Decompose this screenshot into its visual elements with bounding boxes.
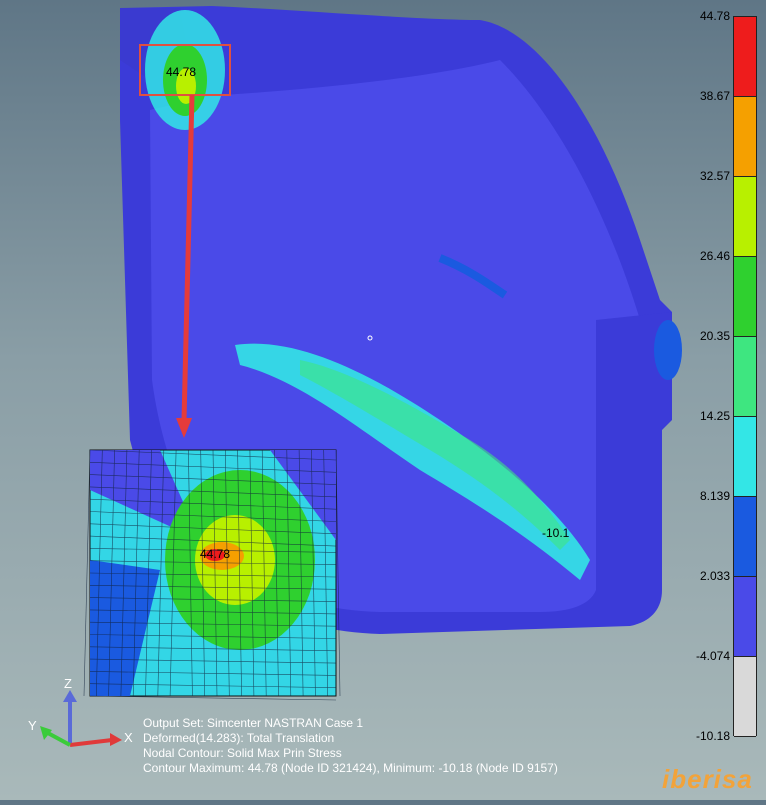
legend-value: -10.18 (695, 729, 730, 743)
stress-region-right (654, 320, 682, 380)
info-contour: Nodal Contour: Solid Max Prin Stress (143, 746, 342, 760)
legend-band (734, 657, 756, 737)
legend-color-bar (733, 16, 757, 737)
legend-band (734, 417, 756, 497)
model-viewport[interactable]: 44.78 -10.1 44.78 Z Y X (0, 0, 766, 800)
triad-y-label: Y (28, 718, 37, 733)
legend-value: 26.46 (699, 249, 730, 263)
info-output-set: Output Set: Simcenter NASTRAN Case 1 (143, 716, 364, 730)
x-axis-icon (69, 738, 113, 747)
legend-value: 44.78 (699, 9, 730, 23)
legend-value: 32.57 (699, 169, 730, 183)
legend-band (734, 97, 756, 177)
legend-value: 38.67 (699, 89, 730, 103)
info-min-max: Contour Maximum: 44.78 (Node ID 321424),… (143, 761, 558, 775)
y-axis-icon (45, 730, 71, 747)
triad-z-label: Z (64, 676, 72, 691)
info-deformed: Deformed(14.283): Total Translation (143, 731, 335, 745)
legend-band (734, 177, 756, 257)
legend-band (734, 337, 756, 417)
result-info: Output Set: Simcenter NASTRAN Case 1 Def… (143, 716, 558, 776)
legend-band (734, 257, 756, 337)
legend-band (734, 577, 756, 657)
legend-value: 14.25 (699, 409, 730, 423)
legend-band (734, 497, 756, 577)
triad-x-label: X (124, 730, 133, 745)
legend-value: -4.074 (695, 649, 730, 663)
zoom-inset: 44.78 (83, 449, 341, 701)
legend-value: 8.139 (699, 489, 730, 503)
max-label-zoom: 44.78 (200, 547, 230, 561)
brand-logo: iberisa (662, 764, 753, 794)
fe-model-view: 44.78 -10.1 44.78 Z Y X (28, 6, 682, 747)
min-label: -10.1 (542, 526, 570, 540)
max-label-top: 44.78 (166, 65, 196, 79)
legend-value: 2.033 (699, 569, 730, 583)
legend-band (734, 17, 756, 97)
legend-value: 20.35 (699, 329, 730, 343)
